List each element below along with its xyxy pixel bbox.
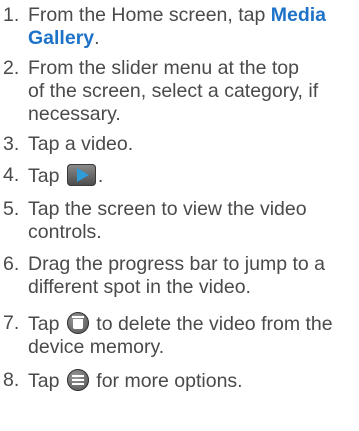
step-number: 3. bbox=[3, 133, 20, 155]
step-line: controls. bbox=[28, 221, 102, 243]
play-icon bbox=[66, 164, 96, 186]
step-number: 8. bbox=[3, 369, 20, 391]
media-gallery-link-cont[interactable]: Gallery bbox=[28, 27, 94, 49]
step-text-part: . bbox=[94, 27, 100, 49]
step-text-part: to delete the video from the bbox=[90, 313, 333, 335]
step-number: 6. bbox=[3, 253, 20, 275]
menu-icon bbox=[66, 369, 89, 391]
step-text: Tap to delete the video from the device … bbox=[28, 312, 354, 359]
step-number: 2. bbox=[3, 57, 20, 79]
trash-icon bbox=[66, 312, 89, 334]
step-text-part: . bbox=[97, 165, 104, 187]
step-text: From the Home screen, tap Media Gallery. bbox=[28, 4, 354, 50]
step-line: device memory. bbox=[28, 336, 165, 358]
step-text: Tap the screen to view the video control… bbox=[28, 198, 354, 244]
step-text-part: Tap bbox=[28, 370, 65, 392]
step-number: 5. bbox=[3, 198, 20, 220]
step-line: of the screen, select a category, if bbox=[28, 80, 319, 102]
step-line: From the slider menu at the top bbox=[28, 57, 299, 79]
step-text-part: for more options. bbox=[90, 370, 243, 392]
step-text-part: Tap bbox=[28, 165, 65, 187]
step-line: Tap the screen to view the video bbox=[28, 198, 307, 220]
step-number: 7. bbox=[3, 312, 20, 334]
step-line: necessary. bbox=[28, 103, 121, 125]
step-text-part: From the Home screen, tap bbox=[28, 4, 271, 26]
step-text: Tap . bbox=[28, 164, 354, 188]
step-text-part: Tap bbox=[28, 313, 65, 335]
step-number: 4. bbox=[3, 164, 20, 186]
step-text: From the slider menu at the top of the s… bbox=[28, 57, 354, 126]
step-line: Drag the progress bar to jump to a bbox=[28, 253, 325, 275]
step-text: Drag the progress bar to jump to a diffe… bbox=[28, 253, 354, 299]
step-number: 1. bbox=[3, 4, 20, 26]
step-text: Tap a video. bbox=[28, 133, 134, 155]
media-gallery-link[interactable]: Media bbox=[271, 4, 326, 26]
step-line: different spot in the video. bbox=[28, 276, 251, 298]
step-text: Tap for more options. bbox=[28, 369, 354, 393]
